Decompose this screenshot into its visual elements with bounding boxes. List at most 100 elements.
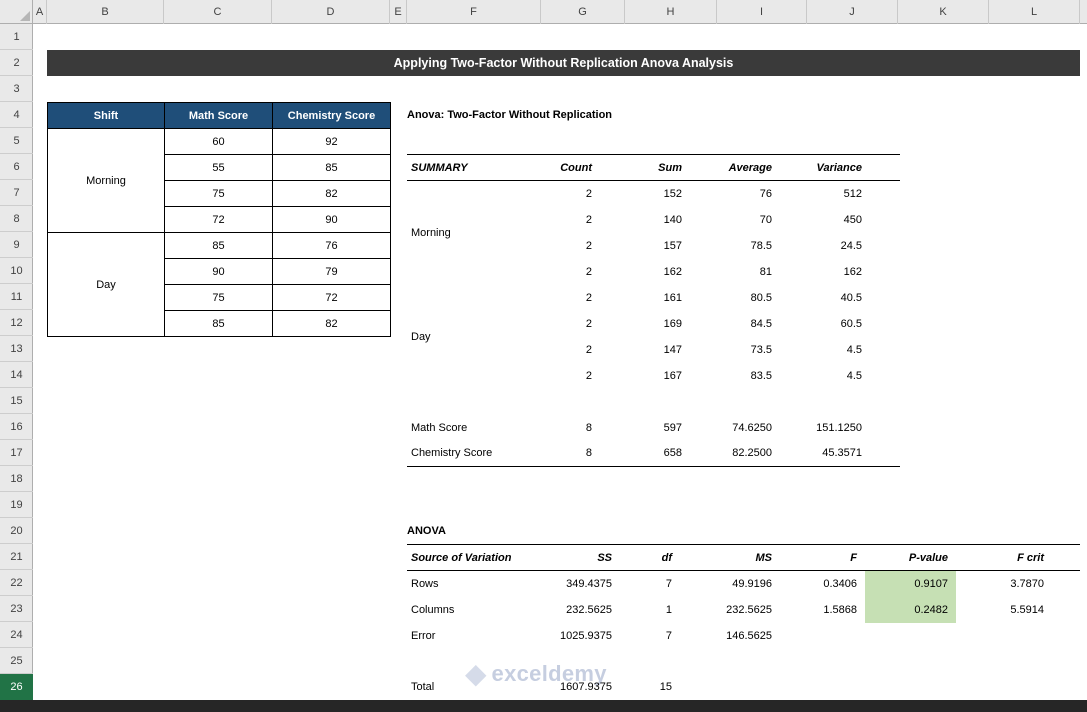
summary-header-summary[interactable]: SUMMARY	[407, 154, 540, 181]
row-header-14[interactable]: 14	[0, 362, 33, 388]
summary-average[interactable]: 82.2500	[690, 440, 780, 467]
summary-sum[interactable]: 147	[600, 337, 690, 363]
summary-average[interactable]: 73.5	[690, 337, 780, 363]
anova-title[interactable]: ANOVA	[407, 518, 527, 544]
column-header-f[interactable]: F	[407, 0, 541, 24]
chemistry-score-cell[interactable]: 85	[272, 154, 391, 181]
summary-variance[interactable]: 151.1250	[780, 415, 870, 441]
anova-header-fcrit[interactable]: F crit	[956, 544, 1052, 571]
row-header-12[interactable]: 12	[0, 310, 33, 336]
summary-average[interactable]: 76	[690, 181, 780, 207]
summary-sum[interactable]: 140	[600, 207, 690, 233]
math-score-cell[interactable]: 72	[164, 206, 273, 233]
summary-variance[interactable]: 24.5	[780, 233, 870, 259]
row-header-15[interactable]: 15	[0, 388, 33, 414]
row-header-4[interactable]: 4	[0, 102, 33, 128]
row-header-5[interactable]: 5	[0, 128, 33, 154]
row-header-7[interactable]: 7	[0, 180, 33, 206]
row-header-25[interactable]: 25	[0, 648, 33, 674]
summary-group-day[interactable]: Day	[407, 285, 540, 389]
summary-sum[interactable]: 162	[600, 259, 690, 285]
anova-pvalue-highlighted[interactable]: 0.2482	[865, 596, 956, 623]
chemistry-score-cell[interactable]: 72	[272, 284, 391, 311]
anova-fcrit[interactable]: 5.5914	[956, 597, 1052, 623]
title-banner[interactable]: Applying Two-Factor Without Replication …	[47, 50, 1080, 76]
anova-source[interactable]: Columns	[407, 597, 540, 623]
math-score-cell[interactable]: 75	[164, 284, 273, 311]
chemistry-score-cell[interactable]: 92	[272, 128, 391, 155]
column-header-c[interactable]: C	[164, 0, 272, 24]
summary-sum[interactable]: 161	[600, 285, 690, 311]
column-header-i[interactable]: I	[717, 0, 807, 24]
scores-header-math[interactable]: Math Score	[164, 102, 273, 129]
summary-sum[interactable]: 167	[600, 363, 690, 389]
summary-average[interactable]: 84.5	[690, 311, 780, 337]
row-header-13[interactable]: 13	[0, 336, 33, 362]
summary-header-sum[interactable]: Sum	[600, 154, 690, 181]
chemistry-score-cell[interactable]: 90	[272, 206, 391, 233]
summary-count[interactable]: 2	[540, 207, 600, 233]
anova-ss[interactable]: 1025.9375	[540, 623, 620, 649]
anova-ms[interactable]: 146.5625	[680, 623, 780, 649]
summary-average[interactable]: 83.5	[690, 363, 780, 389]
summary-average[interactable]: 74.6250	[690, 415, 780, 441]
anova-header-pvalue[interactable]: P-value	[865, 544, 956, 571]
anova-fcrit[interactable]	[956, 623, 1052, 649]
column-header-b[interactable]: B	[47, 0, 164, 24]
summary-variance[interactable]: 512	[780, 181, 870, 207]
summary-count[interactable]: 2	[540, 181, 600, 207]
summary-header-average[interactable]: Average	[690, 154, 780, 181]
summary-total-label[interactable]: Chemistry Score	[407, 440, 540, 467]
anova-header-f[interactable]: F	[780, 544, 865, 571]
math-score-cell[interactable]: 90	[164, 258, 273, 285]
summary-variance[interactable]: 4.5	[780, 363, 870, 389]
anova-header-ms[interactable]: MS	[680, 544, 780, 571]
shift-group-morning[interactable]: Morning	[47, 128, 165, 233]
row-header-26[interactable]: 26	[0, 674, 33, 700]
summary-count[interactable]: 2	[540, 311, 600, 337]
summary-average[interactable]: 80.5	[690, 285, 780, 311]
anova-f[interactable]: 1.5868	[780, 597, 865, 623]
summary-title[interactable]: Anova: Two-Factor Without Replication	[407, 102, 727, 128]
row-header-21[interactable]: 21	[0, 544, 33, 570]
row-header-16[interactable]: 16	[0, 414, 33, 440]
math-score-cell[interactable]: 60	[164, 128, 273, 155]
math-score-cell[interactable]: 85	[164, 232, 273, 259]
summary-average[interactable]: 81	[690, 259, 780, 285]
summary-sum[interactable]: 152	[600, 181, 690, 207]
summary-variance[interactable]: 60.5	[780, 311, 870, 337]
summary-header-count[interactable]: Count	[540, 154, 600, 181]
anova-source[interactable]: Error	[407, 623, 540, 649]
anova-total-df[interactable]: 15	[620, 674, 680, 701]
anova-ms[interactable]: 232.5625	[680, 597, 780, 623]
summary-sum[interactable]: 597	[600, 415, 690, 441]
anova-ss[interactable]: 349.4375	[540, 571, 620, 597]
summary-sum[interactable]: 157	[600, 233, 690, 259]
anova-fcrit[interactable]: 3.7870	[956, 571, 1052, 597]
summary-variance[interactable]: 40.5	[780, 285, 870, 311]
column-header-h[interactable]: H	[625, 0, 717, 24]
row-header-8[interactable]: 8	[0, 206, 33, 232]
summary-total-label[interactable]: Math Score	[407, 415, 540, 441]
shift-group-day[interactable]: Day	[47, 232, 165, 337]
summary-count[interactable]: 8	[540, 440, 600, 467]
anova-header-source[interactable]: Source of Variation	[407, 544, 540, 571]
summary-count[interactable]: 2	[540, 337, 600, 363]
column-header-g[interactable]: G	[541, 0, 625, 24]
summary-count[interactable]: 2	[540, 363, 600, 389]
row-header-20[interactable]: 20	[0, 518, 33, 544]
column-header-l[interactable]: L	[989, 0, 1080, 24]
summary-variance[interactable]: 4.5	[780, 337, 870, 363]
anova-ss[interactable]: 232.5625	[540, 597, 620, 623]
select-all-button[interactable]	[0, 0, 33, 24]
summary-header-variance[interactable]: Variance	[780, 154, 870, 181]
column-header-j[interactable]: J	[807, 0, 898, 24]
summary-average[interactable]: 70	[690, 207, 780, 233]
row-header-1[interactable]: 1	[0, 24, 33, 50]
math-score-cell[interactable]: 85	[164, 310, 273, 337]
row-header-18[interactable]: 18	[0, 466, 33, 492]
anova-df[interactable]: 7	[620, 571, 680, 597]
chemistry-score-cell[interactable]: 82	[272, 180, 391, 207]
summary-sum[interactable]: 169	[600, 311, 690, 337]
row-header-11[interactable]: 11	[0, 284, 33, 310]
